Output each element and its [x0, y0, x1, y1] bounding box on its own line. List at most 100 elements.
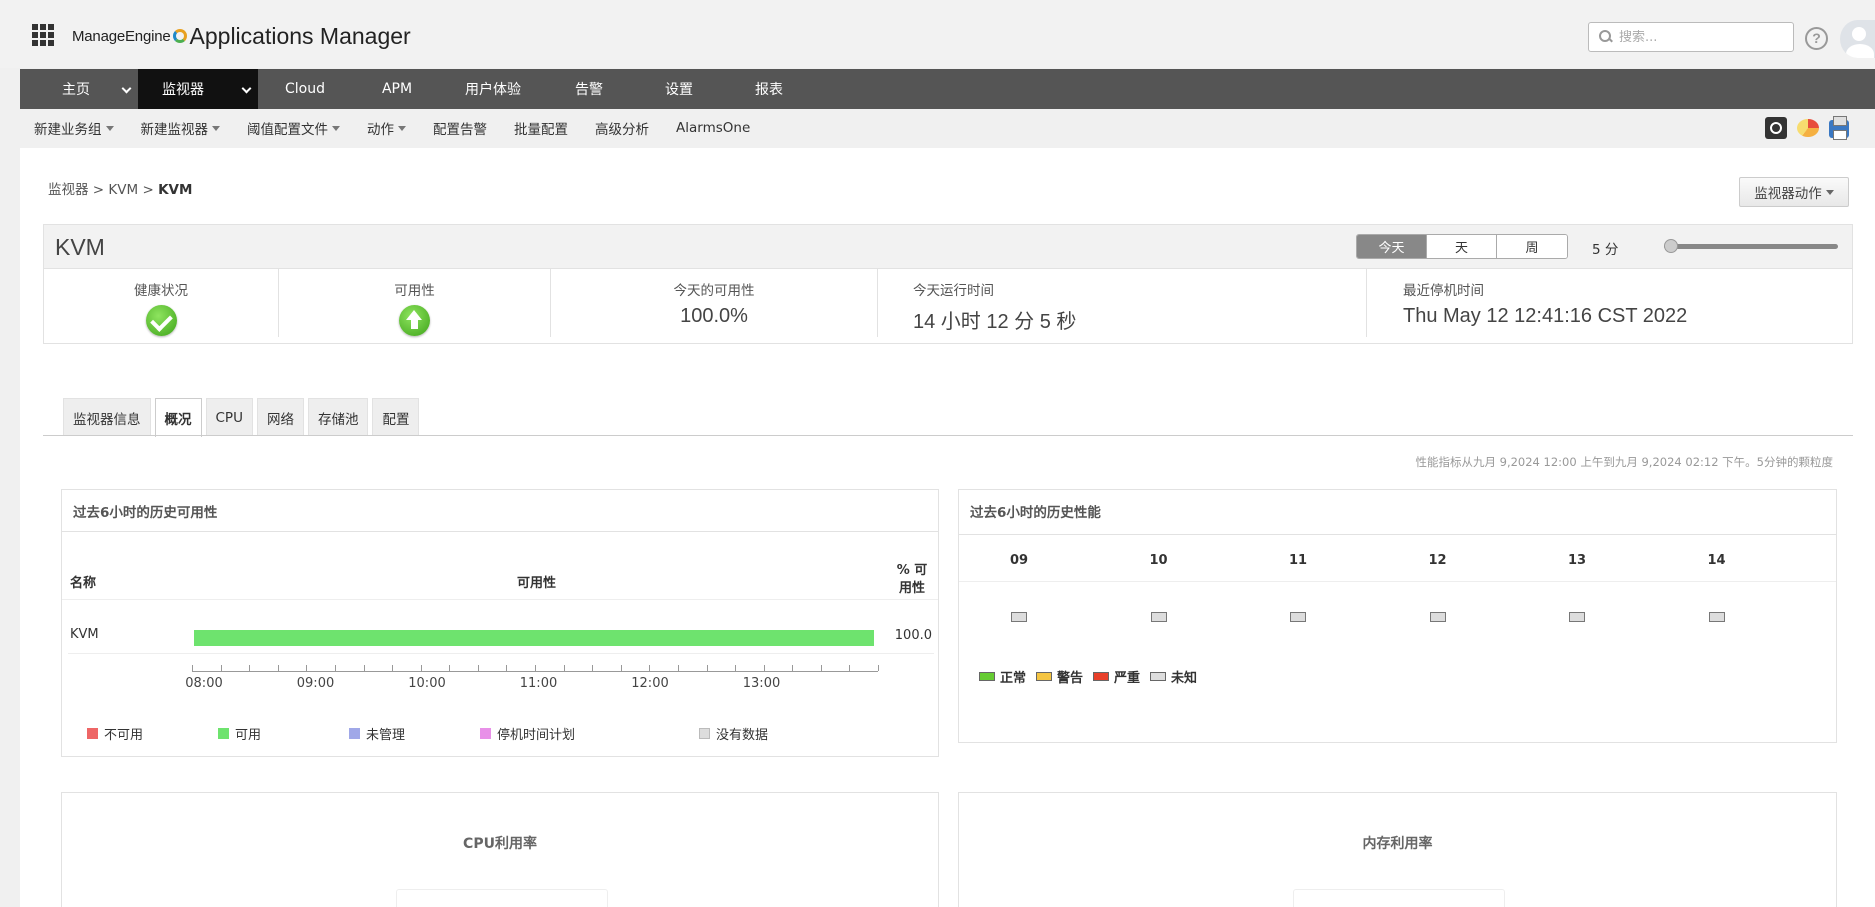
nav-label: Cloud — [285, 81, 325, 97]
help-icon[interactable]: ? — [1805, 27, 1828, 50]
new-monitor-menu[interactable]: 新建监视器 — [141, 118, 220, 138]
search-input[interactable] — [1619, 29, 1779, 45]
monitor-action-button[interactable]: 监视器动作 — [1739, 177, 1849, 207]
period-today-button[interactable]: 今天 — [1357, 235, 1427, 258]
axis-tick — [620, 665, 622, 671]
nav-item-settings[interactable]: 设置 — [634, 69, 724, 109]
axis-tick — [563, 665, 565, 671]
availability-up-icon[interactable] — [399, 305, 430, 336]
nav-item-user-experience[interactable]: 用户体验 — [442, 69, 544, 109]
print-icon[interactable] — [1829, 116, 1849, 140]
period-day-button[interactable]: 天 — [1427, 235, 1497, 258]
nav-item-cloud[interactable]: Cloud — [258, 69, 352, 109]
nav-item-home[interactable]: 主页 — [20, 69, 138, 109]
perf-legend-label: 正常 — [1000, 671, 1027, 686]
hour-status-box[interactable] — [1011, 612, 1027, 622]
top-header: ManageEngine Applications Manager ? — [0, 0, 1875, 68]
nav-item-monitors[interactable]: 监视器 — [138, 69, 258, 109]
percent-header-line2: 用性 — [898, 581, 925, 596]
legend-label: 停机时间计划 — [497, 728, 576, 743]
hour-label: 09 — [1009, 553, 1029, 568]
legend-item: 不可用 — [87, 724, 143, 743]
health-ok-icon[interactable] — [145, 305, 177, 336]
chevron-down-icon[interactable] — [121, 83, 132, 94]
availability-bar[interactable] — [194, 630, 874, 646]
tab-overview[interactable]: 概况 — [154, 398, 202, 437]
nav-item-reports[interactable]: 报表 — [724, 69, 814, 109]
toolbar-icons — [1765, 116, 1849, 140]
cpu-chart-area — [396, 889, 608, 907]
tab-cpu[interactable]: CPU — [205, 398, 253, 436]
column-percent-header: % 可 用性 — [892, 562, 932, 598]
advanced-analytics-link[interactable]: 高级分析 — [595, 118, 649, 138]
brand-product-name: Applications Manager — [189, 22, 411, 49]
interval-slider-track[interactable] — [1664, 244, 1838, 249]
legend-swatch — [218, 728, 229, 739]
hour-header-row: 09 10 11 12 13 14 — [959, 534, 1836, 582]
nav-label: 监视器 — [162, 82, 204, 98]
axis-tick — [706, 665, 708, 671]
camera-icon[interactable] — [1765, 117, 1787, 139]
legend-swatch — [87, 728, 98, 739]
performance-history-title: 过去6小时的历史性能 — [970, 505, 1101, 521]
search-box[interactable] — [1588, 22, 1794, 52]
availability-row-name[interactable]: KVM — [70, 627, 99, 642]
sub-toolbar: 新建业务组 新建监视器 阈值配置文件 动作 配置告警 批量配置 高级分析 Ala… — [34, 118, 777, 138]
nav-item-alarms[interactable]: 告警 — [544, 69, 634, 109]
axis-tick — [449, 665, 451, 671]
nav-item-apm[interactable]: APM — [352, 69, 442, 109]
legend-item: 未管理 — [349, 724, 405, 743]
perf-legend-item: 未知 — [1150, 667, 1197, 686]
cpu-utilization-panel: CPU利用率 — [61, 792, 939, 907]
apps-grid-icon[interactable] — [32, 24, 54, 46]
axis-tick — [249, 665, 251, 671]
perf-legend-label: 警告 — [1057, 671, 1084, 686]
bulk-config-link[interactable]: 批量配置 — [514, 118, 568, 138]
user-avatar[interactable] — [1840, 20, 1875, 58]
availability-history-title: 过去6小时的历史可用性 — [62, 490, 938, 532]
perf-legend-label: 严重 — [1114, 671, 1141, 686]
memory-chart-area — [1293, 889, 1505, 907]
tab-network[interactable]: 网络 — [256, 398, 304, 436]
pie-chart-icon[interactable] — [1797, 119, 1819, 137]
interval-label: 5 分 — [1592, 242, 1619, 258]
tab-monitor-info[interactable]: 监视器信息 — [63, 398, 151, 436]
threshold-profile-menu[interactable]: 阈值配置文件 — [247, 118, 340, 138]
actions-menu[interactable]: 动作 — [367, 118, 406, 138]
perf-legend-swatch — [1036, 672, 1053, 681]
axis-tick — [649, 665, 651, 671]
new-business-group-menu[interactable]: 新建业务组 — [34, 118, 114, 138]
breadcrumb-type[interactable]: KVM — [108, 182, 138, 198]
subbar-label: 阈值配置文件 — [247, 122, 328, 138]
monitor-title: KVM — [55, 234, 105, 260]
period-week-button[interactable]: 周 — [1497, 235, 1567, 258]
period-selector: 今天 天 周 — [1356, 234, 1568, 259]
hour-status-box[interactable] — [1150, 612, 1167, 622]
nav-label: 主页 — [62, 82, 90, 98]
hour-status-box[interactable] — [1569, 612, 1585, 622]
breadcrumb-current: KVM — [158, 182, 193, 198]
tab-config[interactable]: 配置 — [372, 398, 420, 436]
hour-status-box[interactable] — [1708, 612, 1725, 622]
summary-header: KVM 今天 天 周 5 分 — [44, 225, 1852, 269]
perf-legend-item: 正常 — [979, 667, 1026, 686]
hour-status-box[interactable] — [1290, 612, 1306, 622]
uptime-label: 今天运行时间 — [913, 283, 994, 299]
hour-label: 14 — [1707, 553, 1726, 568]
availability-table-header: 名称 可用性 % 可 用性 — [62, 534, 938, 600]
nav-label: 设置 — [665, 82, 693, 98]
health-status: 健康状况 — [44, 269, 279, 337]
chevron-down-icon[interactable] — [241, 83, 252, 94]
interval-slider-handle[interactable] — [1664, 239, 1678, 253]
hour-status-box[interactable] — [1429, 612, 1446, 622]
tab-storage-pool[interactable]: 存储池 — [307, 398, 369, 436]
breadcrumb-monitors[interactable]: 监视器 — [48, 182, 89, 198]
legend-swatch — [699, 728, 710, 739]
configure-alarms-link[interactable]: 配置告警 — [433, 118, 487, 138]
subbar-label: 配置告警 — [433, 122, 487, 138]
availability-status: 可用性 — [279, 269, 551, 337]
axis-tick — [878, 665, 879, 671]
alarmsone-link[interactable]: AlarmsOne — [676, 120, 750, 136]
axis-tick — [477, 665, 479, 671]
brand-logo[interactable]: ManageEngine Applications Manager — [72, 22, 411, 50]
